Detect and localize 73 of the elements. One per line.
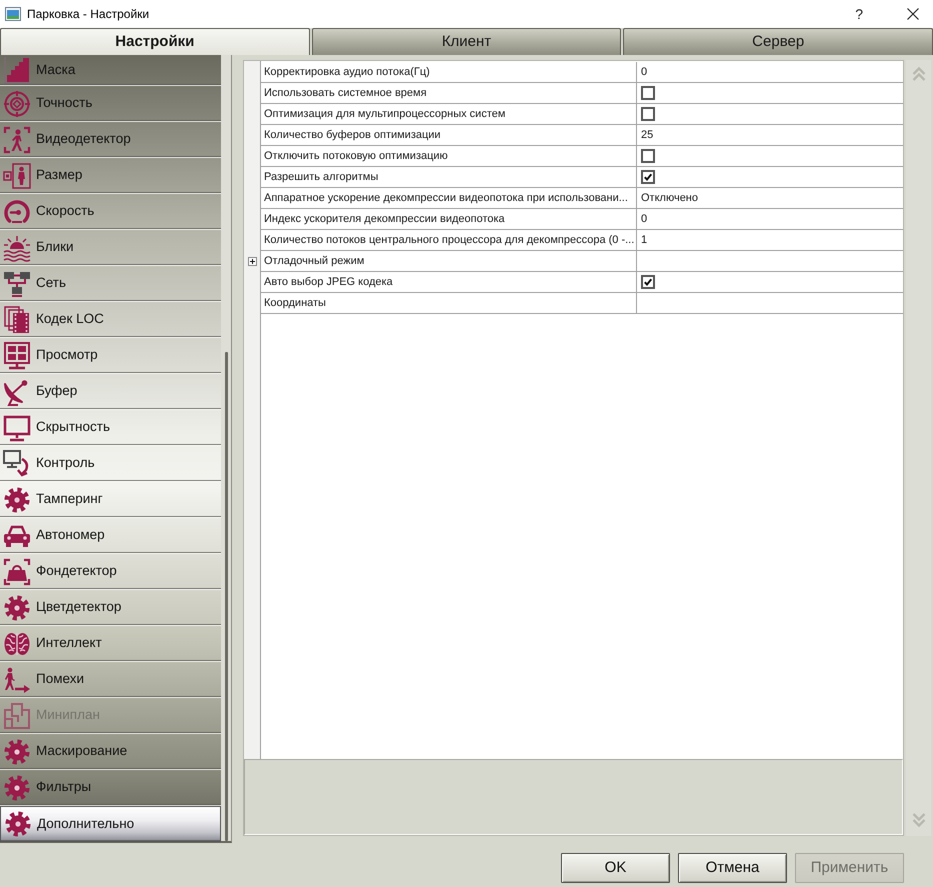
property-name: Использовать системное время	[261, 83, 637, 104]
network-icon	[3, 270, 31, 298]
person-frames-icon	[3, 162, 31, 190]
help-button[interactable]: ?	[855, 4, 863, 24]
value-field[interactable]: 0	[637, 209, 903, 229]
film-icon	[3, 306, 31, 334]
checkbox[interactable]	[641, 275, 655, 289]
checkbox[interactable]	[641, 170, 655, 184]
sidebar-item[interactable]: Фондетектор	[0, 554, 221, 590]
person-arrow-icon	[3, 666, 31, 694]
sidebar-item[interactable]: Контроль	[0, 446, 221, 482]
gear-icon	[3, 774, 31, 802]
value-field[interactable]: 25	[637, 125, 903, 145]
floor-plan-icon	[3, 702, 31, 730]
monitor-grid-icon	[3, 342, 31, 370]
gear-icon	[4, 810, 32, 838]
property-name: Количество потоков центрального процессора для декомпрессора (0 -...	[261, 230, 637, 251]
dialog-button[interactable]: OK	[561, 853, 670, 883]
sidebar-item[interactable]: Дополнительно	[0, 806, 221, 842]
tab[interactable]: Клиент	[312, 28, 622, 55]
gear-icon	[3, 738, 31, 766]
sidebar-item[interactable]: Маска	[0, 55, 221, 86]
gear-icon	[3, 594, 31, 622]
property-name: Отладочный режим	[261, 251, 637, 272]
sidebar-item[interactable]: Точность	[0, 86, 221, 122]
property-name: Аппаратное ускорение декомпрессии видеопотока при использовани...	[261, 188, 637, 209]
gauge-icon	[3, 198, 31, 226]
expand-icon[interactable]	[248, 257, 256, 266]
app-icon	[5, 6, 21, 22]
sidebar-item[interactable]: Интеллект	[0, 626, 221, 662]
staircase-icon	[3, 56, 31, 84]
property-name: Авто выбор JPEG кодека	[261, 272, 637, 293]
sunset-icon	[3, 234, 31, 262]
sidebar-item[interactable]: Видеодетектор	[0, 122, 221, 158]
sidebar-item[interactable]: Скорость	[0, 194, 221, 230]
sidebar-item[interactable]: Цветдетектор	[0, 590, 221, 626]
sidebar-item[interactable]: Сеть	[0, 266, 221, 302]
scroll-thumb[interactable]	[225, 352, 228, 841]
value-field[interactable]: 0	[637, 62, 903, 82]
close-icon[interactable]	[907, 8, 919, 20]
checkbox[interactable]	[641, 107, 655, 121]
monitor-icon	[3, 414, 31, 442]
sidebar-item[interactable]: Маскирование	[0, 734, 221, 770]
sidebar-item[interactable]: Буфер	[0, 374, 221, 410]
sidebar-item[interactable]: Скрытность	[0, 410, 221, 446]
gear-icon	[3, 486, 31, 514]
dialog-button[interactable]: Отмена	[678, 853, 787, 883]
sidebar-item[interactable]: Блики	[0, 230, 221, 266]
property-name: Координаты	[261, 293, 637, 314]
monitor-arrow-icon	[3, 450, 31, 478]
bag-icon	[3, 558, 31, 586]
property-name: Количество буферов оптимизации	[261, 125, 637, 146]
property-name: Оптимизация для мультипроцессорных систем	[261, 104, 637, 125]
checkbox[interactable]	[641, 86, 655, 100]
sidebar-item[interactable]: Помехи	[0, 662, 221, 698]
sidebar-item[interactable]: Кодек LOC	[0, 302, 221, 338]
sidebar-item[interactable]: Фильтры	[0, 770, 221, 806]
property-name: Индекс ускорителя декомпрессии видеопотока	[261, 209, 637, 230]
window-title: Парковка - Настройки	[27, 6, 150, 23]
target-icon	[3, 90, 31, 118]
checkbox[interactable]	[641, 149, 655, 163]
sidebar-item[interactable]: Размер	[0, 158, 221, 194]
value-field[interactable]: 1	[637, 230, 903, 250]
property-name: Разрешить алгоритмы	[261, 167, 637, 188]
tab[interactable]: Настройки	[0, 28, 310, 55]
value-field[interactable]: Отключено	[637, 188, 903, 208]
walking-person-icon	[3, 126, 31, 154]
sidebar-item[interactable]: Автономер	[0, 518, 221, 554]
property-name: Отключить потоковую оптимизацию	[261, 146, 637, 167]
property-name: Корректировка аудио потока(Гц)	[261, 62, 637, 83]
tab[interactable]: Сервер	[623, 28, 933, 55]
sidebar-item[interactable]: Просмотр	[0, 338, 221, 374]
sidebar-item[interactable]: Тамперинг	[0, 482, 221, 518]
